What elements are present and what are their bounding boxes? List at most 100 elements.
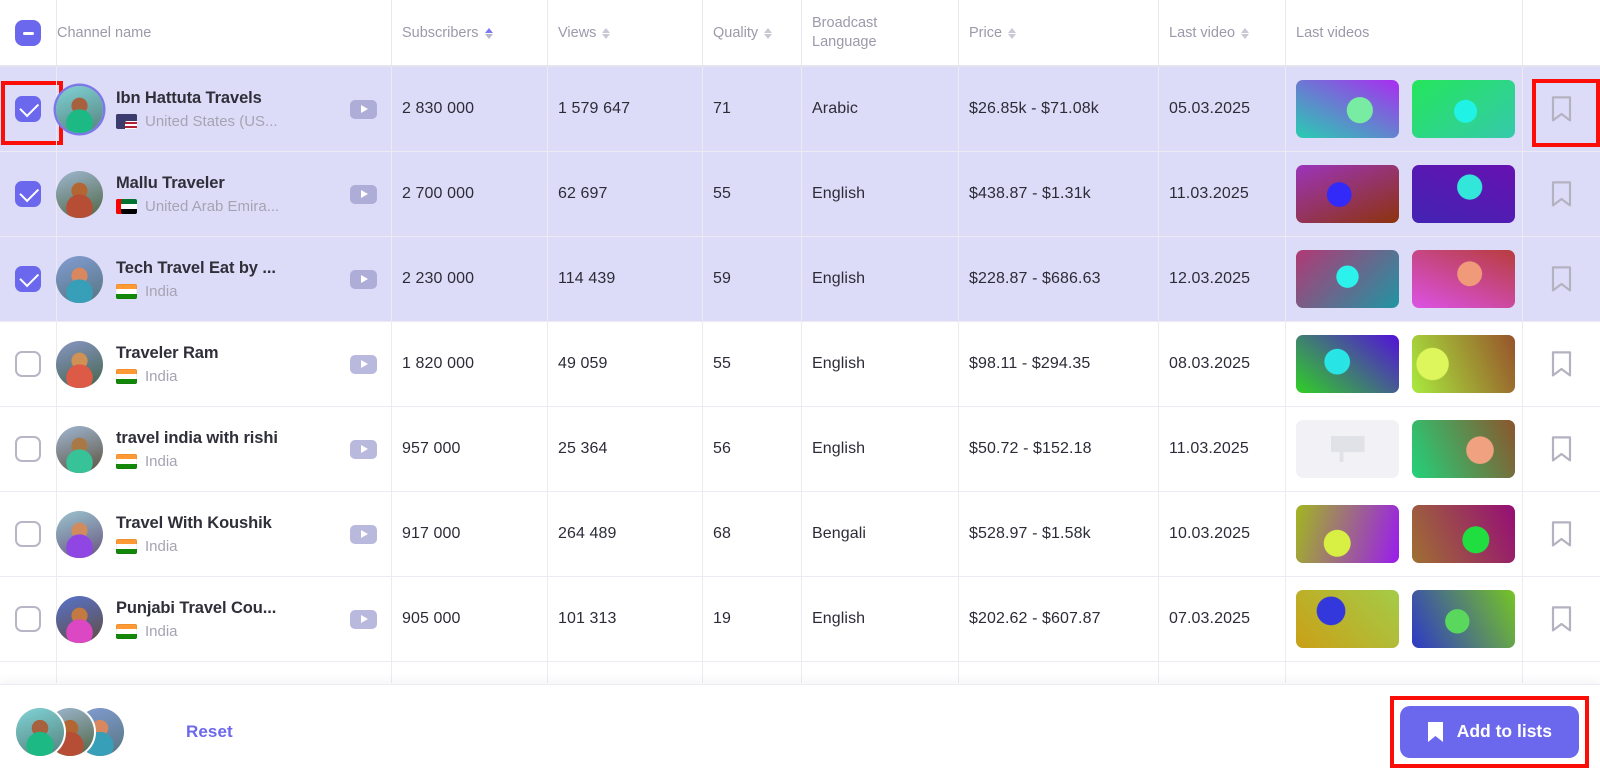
sort-icon-views[interactable]: [602, 27, 611, 39]
youtube-icon[interactable]: [350, 524, 377, 544]
bookmark-cell: [1522, 577, 1600, 661]
row-checkbox[interactable]: [15, 521, 41, 547]
header-last-video[interactable]: Last video: [1158, 0, 1285, 66]
row-checkbox[interactable]: [15, 181, 41, 207]
channel-cell: Punjabi Travel Cou... India: [56, 577, 391, 661]
youtube-icon[interactable]: [350, 439, 377, 459]
video-thumbnail[interactable]: [1412, 420, 1515, 478]
row-checkbox[interactable]: [15, 266, 41, 292]
channel-name[interactable]: travel india with rishi: [116, 428, 337, 449]
youtube-icon[interactable]: [350, 99, 377, 119]
sort-icon-subscribers[interactable]: [484, 27, 493, 39]
country-flag-icon: [116, 368, 137, 384]
quality-value: 55: [713, 185, 731, 202]
table-row-partial[interactable]: [0, 661, 1600, 683]
video-thumbnail[interactable]: [1296, 250, 1399, 308]
channel-name[interactable]: Tech Travel Eat by ...: [116, 258, 337, 279]
subscribers-cell: 2 830 000: [391, 67, 547, 151]
views-cell: 264 489: [547, 492, 702, 576]
youtube-icon[interactable]: [350, 184, 377, 204]
table-row[interactable]: Ibn Hattuta Travels United States (US...…: [0, 66, 1600, 151]
row-checkbox-wrap: [15, 266, 41, 292]
row-checkbox[interactable]: [15, 606, 41, 632]
bookmark-icon[interactable]: [1551, 436, 1572, 462]
header-subscribers[interactable]: Subscribers: [391, 0, 547, 66]
select-all-checkbox[interactable]: [15, 20, 41, 46]
row-select-cell: [0, 492, 56, 576]
video-thumbnail[interactable]: [1412, 505, 1515, 563]
video-thumbnail[interactable]: [1296, 165, 1399, 223]
bookmark-icon[interactable]: [1551, 351, 1572, 377]
row-checkbox-wrap: [15, 606, 41, 632]
bookmark-icon[interactable]: [1551, 521, 1572, 547]
price-cell: $528.97 - $1.58k: [958, 492, 1158, 576]
table-row[interactable]: Travel With Koushik India 917 000 264 48…: [0, 491, 1600, 576]
bookmark-icon[interactable]: [1551, 606, 1572, 632]
last-videos-cell: [1285, 322, 1522, 406]
channel-name[interactable]: Punjabi Travel Cou...: [116, 598, 337, 619]
row-checkbox[interactable]: [15, 436, 41, 462]
last-video-value: 07.03.2025: [1169, 610, 1251, 627]
image-placeholder-icon: [1330, 436, 1365, 462]
reset-button[interactable]: Reset: [186, 722, 233, 742]
youtube-icon[interactable]: [350, 609, 377, 629]
row-checkbox-wrap: [1, 81, 63, 145]
table-row[interactable]: Tech Travel Eat by ... India 2 230 000 1…: [0, 236, 1600, 321]
last-video-value: 08.03.2025: [1169, 355, 1251, 372]
sort-icon-last-video[interactable]: [1241, 27, 1250, 39]
channel-name[interactable]: Mallu Traveler: [116, 173, 337, 194]
subscribers-cell: 1 820 000: [391, 322, 547, 406]
row-select-cell: [0, 577, 56, 661]
header-views[interactable]: Views: [547, 0, 702, 66]
table-row[interactable]: travel india with rishi India 957 000 25…: [0, 406, 1600, 491]
row-checkbox[interactable]: [15, 96, 41, 122]
row-select-cell: [0, 67, 63, 151]
video-thumbnail[interactable]: [1412, 250, 1515, 308]
subscribers-cell: 957 000: [391, 407, 547, 491]
bookmark-icon[interactable]: [1551, 181, 1572, 207]
quality-cell: 68: [702, 492, 801, 576]
subscribers-value: 2 830 000: [402, 100, 475, 117]
subscribers-cell: 2 230 000: [391, 237, 547, 321]
row-checkbox[interactable]: [15, 351, 41, 377]
bookmark-cell: [1522, 492, 1600, 576]
price-value: $50.72 - $152.18: [969, 440, 1092, 457]
table-row[interactable]: Mallu Traveler United Arab Emira... 2 70…: [0, 151, 1600, 236]
header-price[interactable]: Price: [958, 0, 1158, 66]
sort-icon-quality[interactable]: [764, 27, 773, 39]
price-cell: $26.85k - $71.08k: [958, 67, 1158, 151]
video-thumbnail[interactable]: [1296, 590, 1399, 648]
add-to-lists-button[interactable]: Add to lists: [1399, 705, 1579, 758]
bookmark-icon[interactable]: [1551, 266, 1572, 292]
table-row[interactable]: Traveler Ram India 1 820 000 49 059 55 E…: [0, 321, 1600, 406]
video-thumbnail[interactable]: [1412, 80, 1515, 138]
video-thumbnail[interactable]: [1412, 165, 1515, 223]
video-thumbnail-placeholder[interactable]: [1296, 420, 1399, 478]
header-select-all-cell: [0, 0, 56, 66]
bookmark-highlight: [1551, 436, 1572, 462]
views-cell: 1 579 647: [547, 67, 702, 151]
quality-value: 55: [713, 355, 731, 372]
row-select-cell: [0, 322, 56, 406]
channel-name[interactable]: Ibn Hattuta Travels: [116, 88, 337, 109]
video-thumbnail[interactable]: [1296, 335, 1399, 393]
channel-name[interactable]: Travel With Koushik: [116, 513, 337, 534]
row-select-cell: [0, 237, 56, 321]
row-checkbox-wrap: [15, 436, 41, 462]
channel-country: India: [145, 452, 178, 470]
last-videos-cell: [1285, 492, 1522, 576]
sort-icon-price[interactable]: [1008, 27, 1017, 39]
video-thumbnail[interactable]: [1296, 505, 1399, 563]
channel-name[interactable]: Traveler Ram: [116, 343, 337, 364]
table-row[interactable]: Punjabi Travel Cou... India 905 000 101 …: [0, 576, 1600, 661]
youtube-icon[interactable]: [350, 354, 377, 374]
channel-cell: [56, 662, 391, 683]
header-quality[interactable]: Quality: [702, 0, 801, 66]
bookmark-icon[interactable]: [1551, 96, 1572, 122]
avatar: [56, 510, 103, 558]
video-thumbnail[interactable]: [1412, 590, 1515, 648]
views-cell: 101 313: [547, 577, 702, 661]
video-thumbnail[interactable]: [1412, 335, 1515, 393]
youtube-icon[interactable]: [350, 269, 377, 289]
video-thumbnail[interactable]: [1296, 80, 1399, 138]
